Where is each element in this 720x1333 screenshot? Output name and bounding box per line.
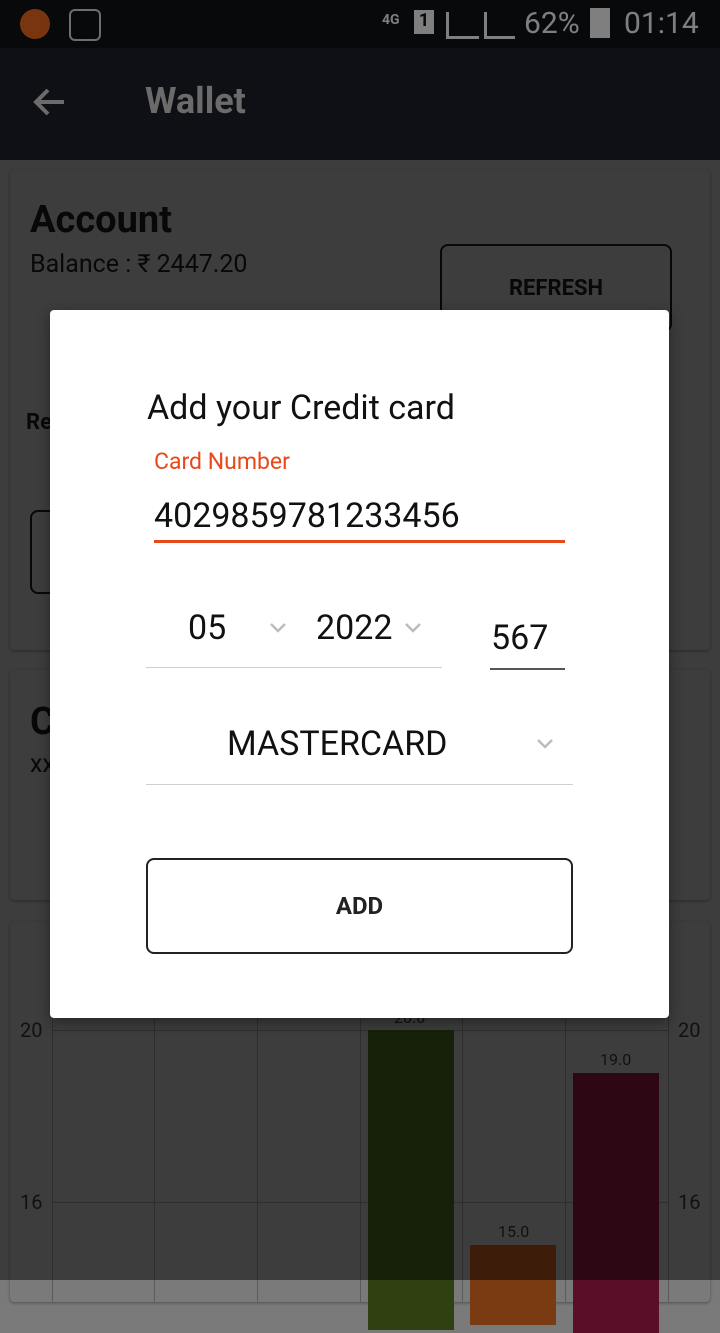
expiry-month-select[interactable]: 05 <box>188 608 226 648</box>
expiry-year-select[interactable]: 2022 <box>316 608 392 648</box>
cvv-underline <box>490 668 565 670</box>
cvv-input[interactable]: 567 <box>491 618 548 658</box>
add-button[interactable]: ADD <box>146 858 573 954</box>
add-card-dialog: Add your Credit card Card Number 4029859… <box>50 310 669 1018</box>
card-number-label: Card Number <box>154 448 290 475</box>
card-type-select[interactable]: MASTERCARD <box>227 724 448 764</box>
card-number-input[interactable]: 4029859781233456 <box>154 496 460 536</box>
card-number-underline <box>154 540 565 543</box>
card-type-underline <box>146 784 573 785</box>
dialog-title: Add your Credit card <box>147 388 455 428</box>
expiry-underline <box>146 667 442 668</box>
chevron-down-icon <box>537 739 553 749</box>
chevron-down-icon <box>405 623 421 633</box>
chevron-down-icon <box>270 623 286 633</box>
